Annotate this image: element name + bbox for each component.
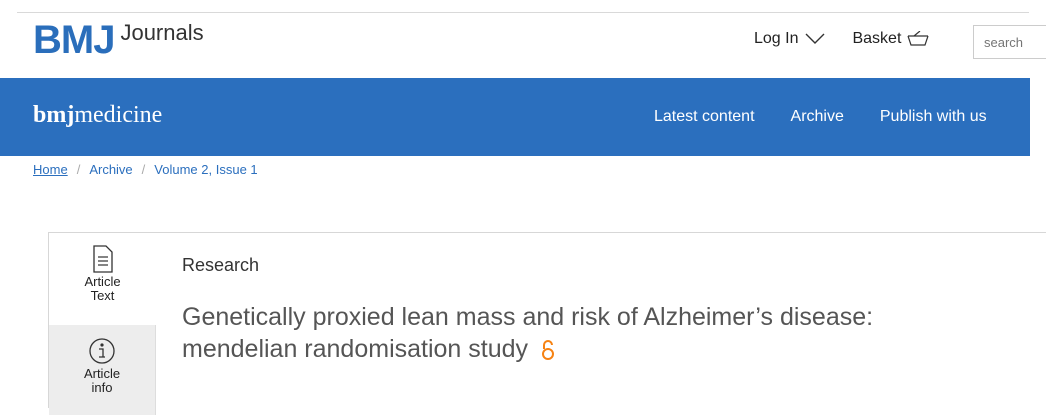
tab-article-text[interactable]: Article Text <box>49 233 156 325</box>
document-icon <box>92 245 113 273</box>
bmj-medicine-brand[interactable]: bmjmedicine <box>33 102 162 129</box>
article-title: Genetically proxied lean mass and risk o… <box>182 301 1042 365</box>
brand-bold: bmj <box>33 102 75 128</box>
nav-publish-with-us[interactable]: Publish with us <box>880 108 987 126</box>
breadcrumb-archive[interactable]: Archive <box>89 162 132 177</box>
basket-button[interactable]: Basket <box>852 30 929 48</box>
login-label: Log In <box>754 30 799 47</box>
article-title-line2: mendelian randomisation study <box>182 335 529 363</box>
open-access-icon <box>542 340 554 361</box>
breadcrumb-issue[interactable]: Volume 2, Issue 1 <box>154 162 257 177</box>
breadcrumb: Home / Archive / Volume 2, Issue 1 <box>33 162 258 177</box>
article-title-line1: Genetically proxied lean mass and risk o… <box>182 303 874 331</box>
basket-label: Basket <box>852 30 902 47</box>
journals-logo-text: Journals <box>120 20 204 45</box>
tab-label-line1: Article <box>84 274 121 289</box>
article-type: Research <box>182 255 260 275</box>
tab-label-line2: Text <box>90 288 115 303</box>
search-input[interactable] <box>973 25 1046 59</box>
info-icon <box>89 338 115 364</box>
tab-article-info[interactable]: Article info <box>49 325 156 415</box>
basket-icon <box>907 31 929 46</box>
breadcrumb-home[interactable]: Home <box>33 162 68 177</box>
article-header: Research Genetically proxied lean mass a… <box>182 255 873 363</box>
nav-latest-content[interactable]: Latest content <box>654 108 755 126</box>
bmj-logo-mark: BMJ <box>33 18 115 62</box>
breadcrumb-separator: / <box>76 162 81 177</box>
bmj-journals-logo[interactable]: BMJ Journals <box>33 18 204 62</box>
tab-label-line1: Article <box>83 366 121 381</box>
nav-archive[interactable]: Archive <box>791 108 844 126</box>
top-divider <box>17 12 1029 13</box>
brand-rest: medicine <box>74 102 163 128</box>
top-header: BMJ Journals Log In Basket <box>0 0 1046 78</box>
article-card: Article Text Article info Research Genet… <box>48 232 1046 415</box>
journal-navbar: bmjmedicine Latest content Archive Publi… <box>0 78 1030 156</box>
login-button[interactable]: Log In <box>754 30 826 48</box>
chevron-down-icon <box>805 33 825 44</box>
tab-label-line2: info <box>91 380 113 395</box>
article-side-tabs: Article Text Article info <box>49 233 156 415</box>
breadcrumb-separator: / <box>141 162 146 177</box>
